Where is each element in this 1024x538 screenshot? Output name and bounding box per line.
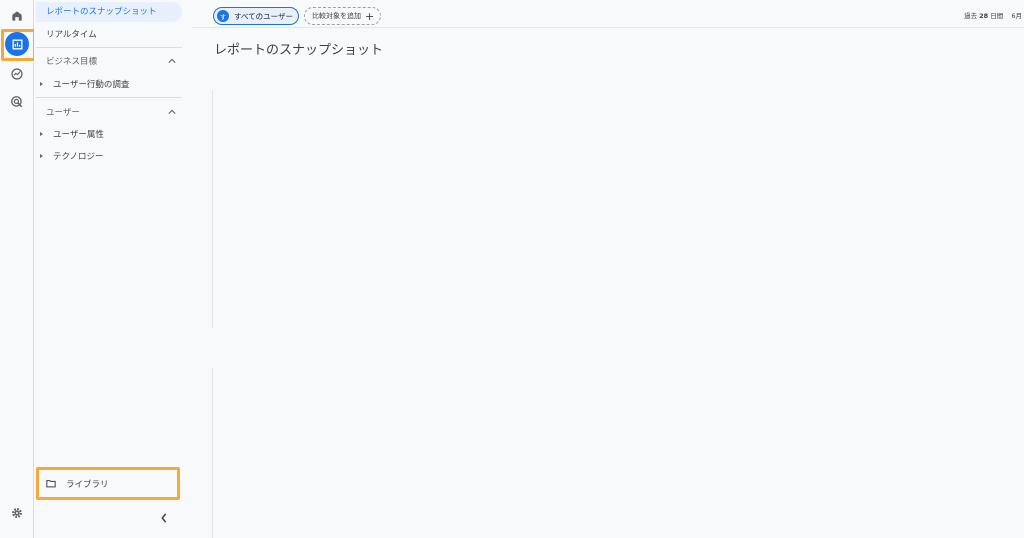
- divider: [36, 97, 182, 98]
- reports-sidebar: レポートのスナップショット リアルタイム ビジネス目標 ユーザー行動の調査 ユー…: [34, 0, 192, 538]
- chevron-up-icon: [168, 58, 176, 63]
- home-button[interactable]: [5, 4, 29, 28]
- section-label: ビジネス目標: [46, 57, 98, 67]
- add-comparison-label: 比較対象を追加: [312, 12, 361, 20]
- date-suffix: 日間: [990, 12, 1004, 20]
- card-edge-line: [212, 368, 213, 538]
- nav-item-label: ユーザー属性: [53, 130, 104, 140]
- reports-highlight-box: [1, 29, 36, 61]
- expand-arrow-icon: [40, 82, 43, 86]
- nav-item-technology[interactable]: テクノロジー: [40, 150, 104, 162]
- advertising-button[interactable]: [5, 90, 29, 114]
- gear-icon: [12, 508, 22, 518]
- section-business-objectives[interactable]: ビジネス目標: [46, 55, 176, 67]
- segment-letter-badge: す: [217, 10, 229, 22]
- date-range-selector[interactable]: 過去 28 日間 6月: [964, 10, 1022, 20]
- add-comparison-button[interactable]: 比較対象を追加 +: [304, 7, 381, 25]
- date-prefix: 過去: [964, 12, 978, 20]
- date-days: 28: [979, 12, 989, 20]
- collapse-sidebar-button[interactable]: [160, 512, 168, 526]
- advertising-icon: [11, 96, 23, 108]
- expand-arrow-icon: [40, 154, 43, 158]
- card-edge-line: [212, 90, 213, 328]
- navigation-rail: [0, 0, 36, 538]
- all-users-label: すべてのユーザー: [234, 11, 294, 21]
- section-user[interactable]: ユーザー: [46, 106, 176, 118]
- chevron-left-icon: [161, 513, 167, 523]
- divider: [36, 47, 182, 48]
- nav-item-label: ユーザー行動の調査: [53, 80, 130, 90]
- folder-icon: [46, 480, 56, 488]
- expand-arrow-icon: [40, 132, 43, 136]
- library-label: ライブラリ: [66, 479, 109, 490]
- nav-item-label: テクノロジー: [53, 152, 104, 162]
- page-title: レポートのスナップショット: [214, 43, 384, 58]
- nav-item-user-behavior[interactable]: ユーザー行動の調査: [40, 78, 129, 90]
- nav-item-reports-snapshot[interactable]: レポートのスナップショット: [36, 2, 182, 22]
- nav-item-demographics[interactable]: ユーザー属性: [40, 128, 104, 140]
- explore-button[interactable]: [5, 62, 29, 86]
- chevron-up-icon: [168, 109, 176, 114]
- section-label: ユーザー: [46, 108, 80, 118]
- home-icon: [12, 11, 22, 21]
- date-range-text: 6月: [1011, 12, 1022, 20]
- comparison-topbar: す すべてのユーザー 比較対象を追加 + 過去 28 日間 6月: [192, 0, 1024, 28]
- plus-icon: +: [365, 9, 375, 23]
- nav-item-realtime[interactable]: リアルタイム: [46, 28, 97, 40]
- explore-icon: [11, 68, 23, 80]
- library-button[interactable]: ライブラリ: [36, 467, 180, 500]
- all-users-chip[interactable]: す すべてのユーザー: [213, 7, 299, 25]
- admin-settings-button[interactable]: [5, 501, 29, 525]
